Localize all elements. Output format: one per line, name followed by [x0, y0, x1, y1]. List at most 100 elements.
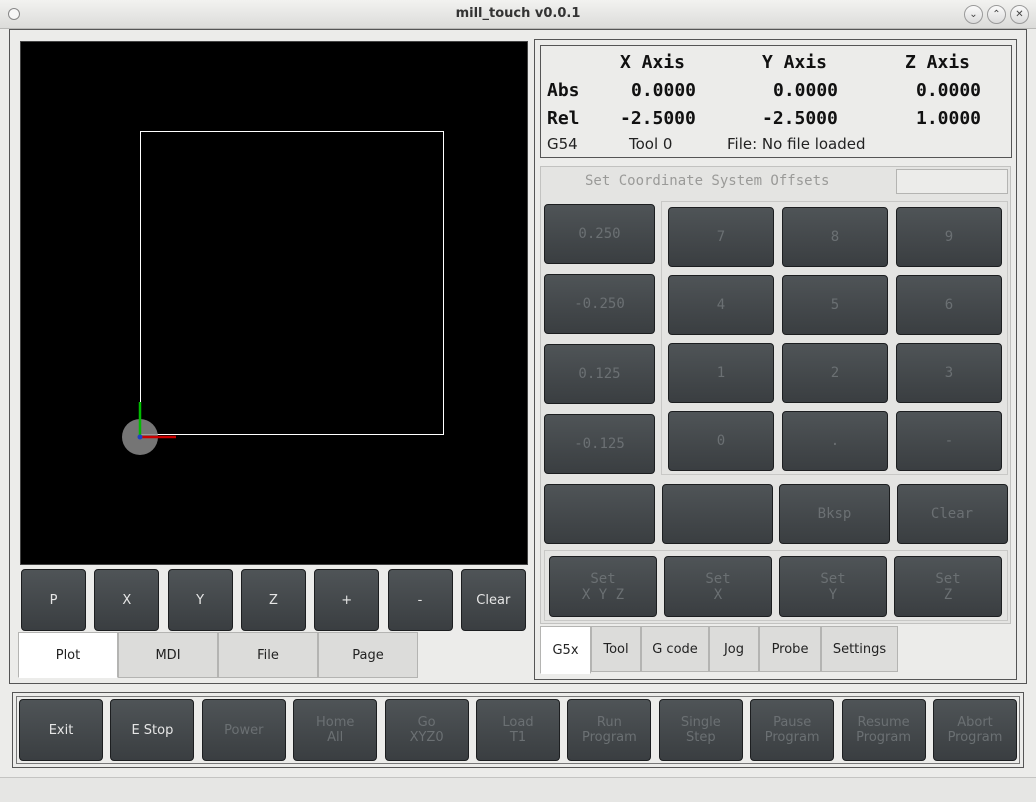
- digit-button-2[interactable]: 9: [896, 207, 1002, 267]
- set-y-button[interactable]: Set Y: [779, 556, 887, 617]
- digit-button-5[interactable]: 6: [896, 275, 1002, 335]
- tool-origin-icon: [122, 402, 176, 455]
- control-resume-button[interactable]: Resume Program: [841, 699, 926, 761]
- increment-button-2[interactable]: 0.125: [544, 344, 655, 404]
- set-xyz-button-line2: X Y Z: [581, 586, 625, 603]
- plot-p-button[interactable]: P: [21, 569, 86, 631]
- tool-label: Tool 0: [629, 135, 673, 153]
- abs-x-value: 0.0000: [631, 80, 697, 101]
- window-title: mill_touch v0.0.1: [455, 6, 581, 21]
- control-button-line2: All: [327, 730, 344, 745]
- maximize-icon[interactable]: ⌃: [987, 5, 1006, 24]
- increment-button-1[interactable]: -0.250: [544, 274, 655, 334]
- title-bar: mill_touch v0.0.1 ⌄ ⌃ ✕: [0, 0, 1036, 29]
- x-axis-header: X Axis: [620, 52, 686, 73]
- increment-button-3[interactable]: -0.125: [544, 414, 655, 474]
- tab-settings[interactable]: Settings: [821, 626, 898, 672]
- close-icon[interactable]: ✕: [1010, 5, 1029, 24]
- digit-button-10[interactable]: .: [782, 411, 888, 471]
- control-go-button[interactable]: Go XYZ0: [384, 699, 469, 761]
- control-button-line1: Run: [596, 715, 622, 730]
- offset-entry[interactable]: [896, 169, 1008, 194]
- tab-plot[interactable]: Plot: [18, 632, 118, 678]
- y-axis-header: Y Axis: [762, 52, 828, 73]
- set-xyz-button-line1: Set: [590, 570, 616, 587]
- control-load-button[interactable]: Load T1: [476, 699, 560, 761]
- tab-file[interactable]: File: [218, 632, 318, 678]
- tab-probe[interactable]: Probe: [759, 626, 821, 672]
- tab-mdi[interactable]: MDI: [118, 632, 218, 678]
- rel-z-value: 1.0000: [916, 108, 982, 129]
- set-z-button[interactable]: Set Z: [894, 556, 1002, 617]
- control-single-button[interactable]: Single Step: [658, 699, 743, 761]
- rel-y-value: -2.5000: [762, 108, 838, 129]
- set-x-button-line2: X: [713, 586, 723, 603]
- control-button-line1: Go: [417, 715, 436, 730]
- control-button-line1: Power: [224, 722, 264, 738]
- abs-label: Abs: [547, 80, 580, 101]
- control-home-button[interactable]: Home All: [293, 699, 378, 761]
- control-button-line2: Program: [947, 730, 1003, 745]
- control-button-line2: XYZ0: [409, 730, 444, 745]
- digit-button-8[interactable]: 3: [896, 343, 1002, 403]
- control-button-line2: Step: [685, 730, 716, 745]
- blank-button-1[interactable]: [544, 484, 655, 544]
- set-xyz-button[interactable]: Set X Y Z: [549, 556, 657, 617]
- blank-button-2[interactable]: [661, 484, 773, 544]
- tab-g5x[interactable]: G5x: [540, 626, 591, 674]
- digit-button-9[interactable]: 0: [668, 411, 774, 471]
- backspace-button[interactable]: Bksp: [779, 484, 890, 544]
- offset-title: Set Coordinate System Offsets: [585, 173, 830, 189]
- tab-jog[interactable]: Jog: [709, 626, 759, 672]
- control-button-line2: Program: [856, 730, 912, 745]
- file-label: File: No file loaded: [727, 135, 866, 153]
- set-z-button-line2: Z: [943, 586, 953, 603]
- control-button-line1: Pause: [773, 715, 812, 730]
- toolpath-plot[interactable]: [20, 41, 528, 565]
- control-pause-button[interactable]: Pause Program: [750, 699, 835, 761]
- control-button-line2: T1: [509, 730, 527, 745]
- digit-button-6[interactable]: 1: [668, 343, 774, 403]
- control-button-line2: Program: [764, 730, 820, 745]
- control-e-stop-button[interactable]: E Stop: [110, 699, 195, 761]
- abs-z-value: 0.0000: [916, 80, 982, 101]
- control-abort-button[interactable]: Abort Program: [933, 699, 1017, 761]
- digit-button-4[interactable]: 5: [782, 275, 888, 335]
- set-x-button[interactable]: Set X: [664, 556, 772, 617]
- set-y-button-line1: Set: [820, 570, 846, 587]
- control-button-line1: Home: [315, 715, 355, 730]
- control-run-button[interactable]: Run Program: [567, 699, 652, 761]
- digit-button-1[interactable]: 8: [782, 207, 888, 267]
- plot-y-button[interactable]: Y: [167, 569, 233, 631]
- set-y-button-line2: Y: [828, 586, 838, 603]
- digit-button-3[interactable]: 4: [668, 275, 774, 335]
- tab-tool[interactable]: Tool: [591, 626, 641, 672]
- plot-plus-button[interactable]: +: [314, 569, 380, 631]
- control-exit-button[interactable]: Exit: [19, 699, 103, 761]
- status-bar: [0, 777, 1036, 802]
- control-button-line1: Resume: [857, 715, 910, 730]
- rel-x-value: -2.5000: [620, 108, 696, 129]
- position-readout: X Axis Y Axis Z Axis Abs 0.0000 0.0000 0…: [540, 45, 1012, 158]
- tab-g-code[interactable]: G code: [641, 626, 709, 672]
- rel-label: Rel: [547, 108, 580, 129]
- digit-button-0[interactable]: 7: [668, 207, 774, 267]
- plot-clear-button[interactable]: Clear: [460, 569, 526, 631]
- control-button-line1: Load: [502, 715, 534, 730]
- control-power-button[interactable]: Power: [201, 699, 286, 761]
- set-z-button-line1: Set: [935, 570, 961, 587]
- set-x-button-line1: Set: [705, 570, 731, 587]
- abs-y-value: 0.0000: [773, 80, 839, 101]
- plot-z-button[interactable]: Z: [240, 569, 306, 631]
- tab-page[interactable]: Page: [318, 632, 418, 678]
- coord-system-label: G54: [547, 135, 578, 153]
- increment-button-0[interactable]: 0.250: [544, 204, 655, 264]
- digit-button-7[interactable]: 2: [782, 343, 888, 403]
- plot-x-button[interactable]: X: [94, 569, 160, 631]
- clear-entry-button[interactable]: Clear: [896, 484, 1008, 544]
- z-axis-header: Z Axis: [905, 52, 971, 73]
- control-button-line2: Program: [581, 730, 637, 745]
- digit-button-11[interactable]: -: [896, 411, 1002, 471]
- minimize-icon[interactable]: ⌄: [964, 5, 983, 24]
- plot-minus-button[interactable]: -: [387, 569, 453, 631]
